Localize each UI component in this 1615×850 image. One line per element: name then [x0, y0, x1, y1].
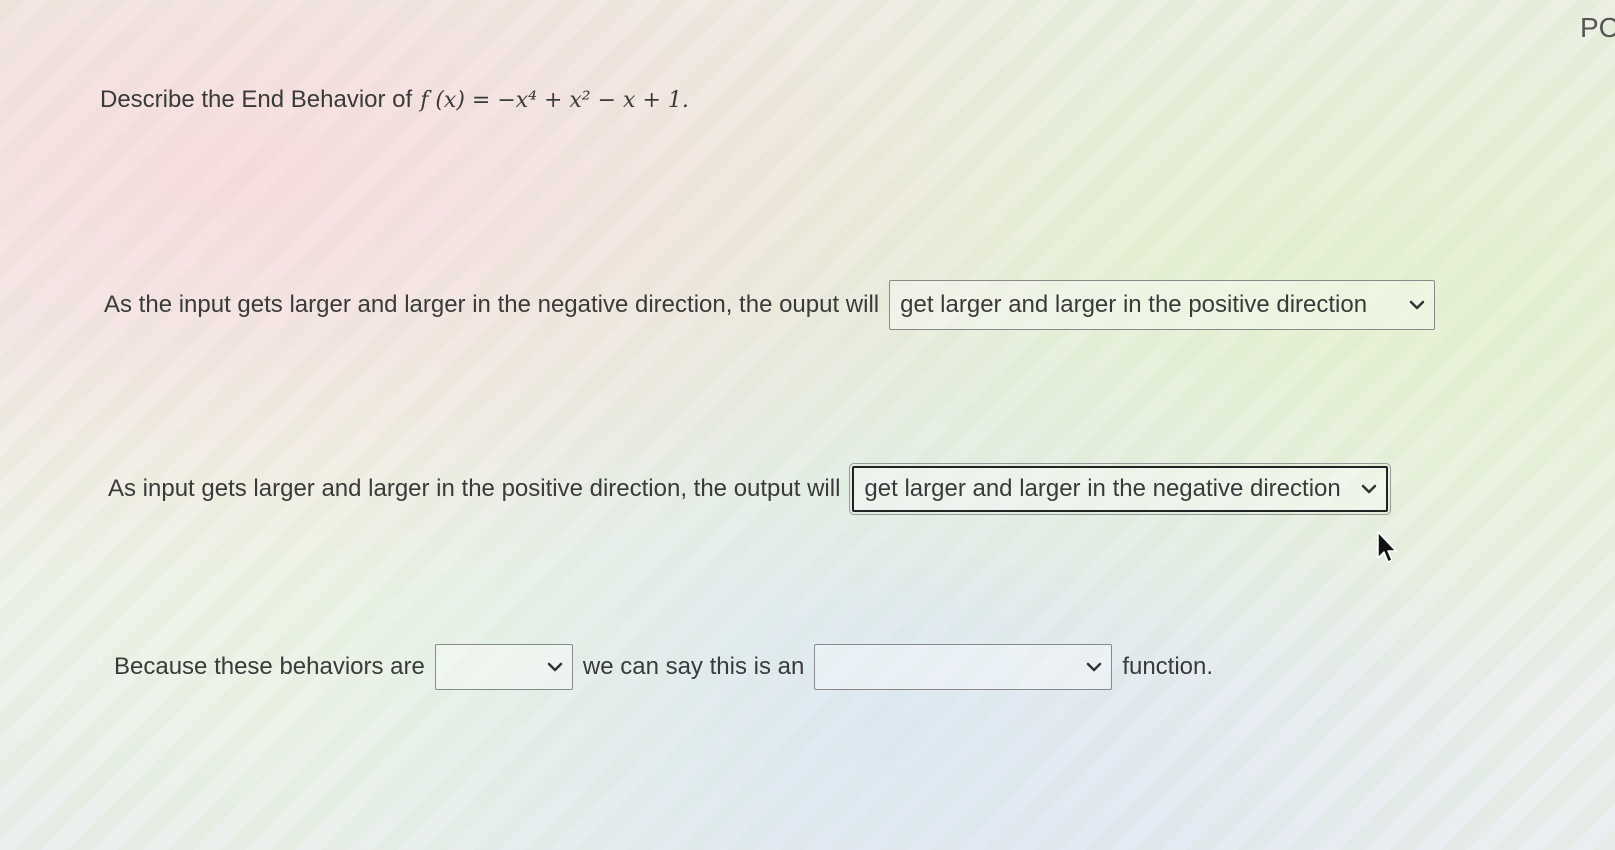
chevron-down-icon — [547, 662, 563, 672]
behavior-type-dropdown[interactable] — [434, 644, 573, 690]
function-expression: f (x) = −x⁴ + x² − x + 1. — [420, 88, 689, 113]
conclusion-text-before: Because these behaviors are — [114, 653, 425, 680]
positive-direction-dropdown[interactable]: get larger and larger in the negative di… — [849, 463, 1392, 515]
mouse-pointer-icon — [1377, 531, 1397, 563]
conclusion-text-middle: we can say this is an — [582, 653, 805, 680]
conclusion-row: Because these behaviors are we can say t… — [114, 644, 1213, 690]
negative-direction-text: As the input gets larger and larger in t… — [104, 291, 880, 318]
chevron-down-icon — [1362, 484, 1377, 494]
corner-label: PC — [1580, 12, 1615, 43]
question-prompt: Describe the End Behavior of — [100, 86, 413, 113]
conclusion-text-after: function. — [1122, 653, 1214, 680]
positive-direction-row: As input gets larger and larger in the p… — [108, 463, 1392, 515]
negative-direction-row: As the input gets larger and larger in t… — [104, 280, 1436, 330]
chevron-down-icon — [1087, 662, 1102, 672]
negative-direction-dropdown[interactable]: get larger and larger in the positive di… — [889, 280, 1436, 330]
positive-direction-selected-value: get larger and larger in the negative di… — [864, 475, 1341, 502]
question-title: Describe the End Behavior of f (x) = −x⁴… — [100, 86, 689, 114]
function-type-dropdown[interactable] — [814, 644, 1113, 690]
positive-direction-text: As input gets larger and larger in the p… — [108, 475, 841, 502]
negative-direction-selected-value: get larger and larger in the positive di… — [900, 291, 1368, 318]
chevron-down-icon — [1409, 300, 1425, 310]
